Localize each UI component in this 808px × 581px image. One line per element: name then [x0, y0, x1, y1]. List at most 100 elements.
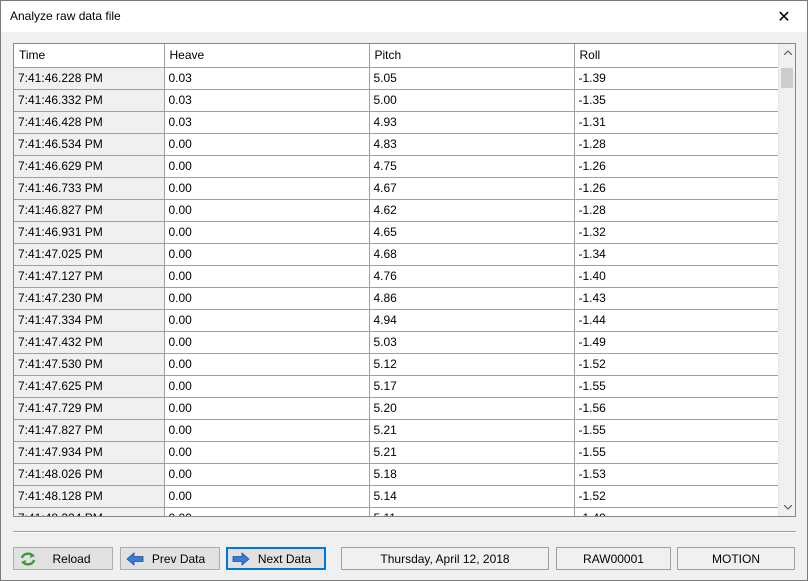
table-row[interactable]: 7:41:46.629 PM 0.00 4.75 -1.26	[14, 155, 779, 178]
table-row[interactable]: 7:41:47.432 PM 0.00 5.03 -1.49	[14, 331, 779, 354]
table-row[interactable]: 7:41:48.128 PM 0.00 5.14 -1.52	[14, 485, 779, 508]
table-row[interactable]: 7:41:47.625 PM 0.00 5.17 -1.55	[14, 375, 779, 398]
time-cell: 7:41:46.827 PM	[14, 199, 165, 222]
table-row[interactable]: 7:41:46.534 PM 0.00 4.83 -1.28	[14, 133, 779, 156]
time-cell: 7:41:46.733 PM	[14, 177, 165, 200]
roll-cell: -1.40	[574, 265, 779, 288]
vertical-scrollbar[interactable]	[778, 44, 795, 516]
pitch-cell: 5.05	[369, 67, 575, 90]
roll-cell: -1.56	[574, 397, 779, 420]
roll-cell: -1.52	[574, 353, 779, 376]
column-header-pitch[interactable]: Pitch	[369, 44, 575, 68]
time-cell: 7:41:47.025 PM	[14, 243, 165, 266]
heave-cell: 0.03	[164, 89, 370, 112]
table-row[interactable]: 7:41:48.224 PM0.005.11-1.49	[14, 507, 779, 516]
chevron-up-icon	[783, 50, 792, 55]
heave-cell: 0.03	[164, 67, 370, 90]
table-row[interactable]: 7:41:46.931 PM 0.00 4.65 -1.32	[14, 221, 779, 244]
time-cell: 7:41:46.332 PM	[14, 89, 165, 112]
arrow-right-icon	[230, 549, 252, 569]
roll-cell: -1.55	[574, 419, 779, 442]
time-cell: 7:41:47.625 PM	[14, 375, 165, 398]
heave-cell: 0.00	[164, 507, 370, 516]
pitch-cell: 5.12	[369, 353, 575, 376]
status-mode: MOTION	[677, 547, 795, 570]
pitch-cell: 5.20	[369, 397, 575, 420]
roll-cell: -1.55	[574, 441, 779, 464]
heave-cell: 0.00	[164, 199, 370, 222]
next-data-button[interactable]: Next Data	[226, 547, 326, 570]
heave-cell: 0.00	[164, 397, 370, 420]
status-date: Thursday, April 12, 2018	[341, 547, 549, 570]
heave-cell: 0.00	[164, 309, 370, 332]
time-cell: 7:41:47.127 PM	[14, 265, 165, 288]
column-header-time[interactable]: Time	[14, 44, 165, 68]
data-table: Time Heave Pitch Roll 7:41:46.228 PM 0.03…	[14, 44, 779, 516]
table-row[interactable]: 7:41:47.127 PM 0.00 4.76 -1.40	[14, 265, 779, 288]
roll-cell: -1.34	[574, 243, 779, 266]
pitch-cell: 4.65	[369, 221, 575, 244]
status-file: RAW00001	[556, 547, 671, 570]
table-row[interactable]: 7:41:47.934 PM 0.00 5.21 -1.55	[14, 441, 779, 464]
roll-cell: -1.43	[574, 287, 779, 310]
table-row[interactable]: 7:41:47.025 PM 0.00 4.68 -1.34	[14, 243, 779, 266]
window-title: Analyze raw data file	[10, 9, 121, 23]
heave-cell: 0.00	[164, 243, 370, 266]
time-cell: 7:41:47.334 PM	[14, 309, 165, 332]
pitch-cell: 5.00	[369, 89, 575, 112]
table-row[interactable]: 7:41:46.332 PM 0.03 5.00 -1.35	[14, 89, 779, 112]
scroll-down-arrow[interactable]	[779, 499, 795, 516]
table-row[interactable]: 7:41:46.827 PM 0.00 4.62 -1.28	[14, 199, 779, 222]
pitch-cell: 4.67	[369, 177, 575, 200]
pitch-cell: 4.83	[369, 133, 575, 156]
table-row[interactable]: 7:41:47.827 PM 0.00 5.21 -1.55	[14, 419, 779, 442]
heave-cell: 0.00	[164, 419, 370, 442]
scroll-up-arrow[interactable]	[779, 44, 795, 61]
pitch-cell: 5.03	[369, 331, 575, 354]
heave-cell: 0.00	[164, 265, 370, 288]
pitch-cell: 5.11	[369, 507, 575, 516]
roll-cell: -1.49	[574, 331, 779, 354]
table-row[interactable]: 7:41:47.729 PM 0.00 5.20 -1.56	[14, 397, 779, 420]
time-cell: 7:41:47.432 PM	[14, 331, 165, 354]
table-row[interactable]: 7:41:47.230 PM 0.00 4.86 -1.43	[14, 287, 779, 310]
table-row[interactable]: 7:41:46.733 PM 0.00 4.67 -1.26	[14, 177, 779, 200]
roll-cell: -1.39	[574, 67, 779, 90]
reload-icon	[17, 549, 39, 569]
column-header-heave[interactable]: Heave	[164, 44, 370, 68]
pitch-cell: 5.17	[369, 375, 575, 398]
time-cell: 7:41:46.534 PM	[14, 133, 165, 156]
table-row[interactable]: 7:41:48.026 PM 0.00 5.18 -1.53	[14, 463, 779, 486]
roll-cell: -1.55	[574, 375, 779, 398]
reload-label: Reload	[52, 551, 91, 566]
data-grid[interactable]: Time Heave Pitch Roll 7:41:46.228 PM 0.03…	[13, 43, 796, 517]
heave-cell: 0.00	[164, 155, 370, 178]
roll-cell: -1.49	[574, 507, 779, 516]
pitch-cell: 5.21	[369, 441, 575, 464]
close-button[interactable]: ✕	[761, 1, 807, 32]
prev-data-label: Prev Data	[151, 551, 206, 566]
pitch-cell: 4.68	[369, 243, 575, 266]
table-row[interactable]: 7:41:47.530 PM 0.00 5.12 -1.52	[14, 353, 779, 376]
time-cell: 7:41:48.224 PM	[14, 507, 165, 516]
roll-cell: -1.44	[574, 309, 779, 332]
table-row[interactable]: 7:41:46.428 PM 0.03 4.93 -1.31	[14, 111, 779, 134]
arrow-left-icon	[124, 549, 146, 569]
next-data-label: Next Data	[257, 551, 312, 566]
roll-cell: -1.53	[574, 463, 779, 486]
table-row[interactable]: 7:41:46.228 PM 0.03 5.05 -1.39	[14, 67, 779, 90]
table-row[interactable]: 7:41:47.334 PM 0.00 4.94 -1.44	[14, 309, 779, 332]
pitch-cell: 5.21	[369, 419, 575, 442]
pitch-cell: 5.14	[369, 485, 575, 508]
header-row: Time Heave Pitch Roll	[14, 44, 779, 68]
time-cell: 7:41:47.230 PM	[14, 287, 165, 310]
heave-cell: 0.00	[164, 287, 370, 310]
column-header-roll[interactable]: Roll	[574, 44, 779, 68]
time-cell: 7:41:47.934 PM	[14, 441, 165, 464]
prev-data-button[interactable]: Prev Data	[120, 547, 220, 570]
heave-cell: 0.00	[164, 485, 370, 508]
scrollbar-thumb[interactable]	[781, 68, 793, 88]
roll-cell: -1.31	[574, 111, 779, 134]
reload-button[interactable]: Reload	[13, 547, 113, 570]
heave-cell: 0.00	[164, 177, 370, 200]
